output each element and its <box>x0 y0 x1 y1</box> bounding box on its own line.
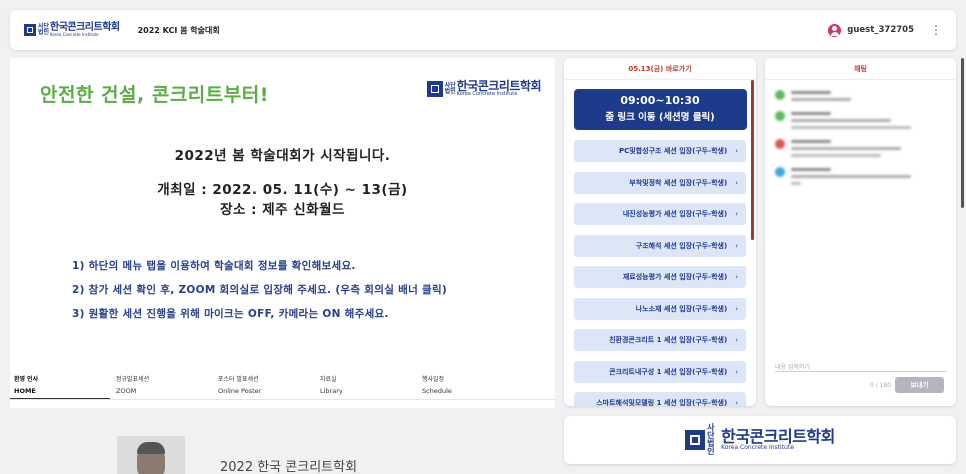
logo-english: Korea Concrete Institute <box>50 32 99 37</box>
chevron-right-icon: › <box>735 399 738 406</box>
zoom-link-button[interactable]: 09:00~10:30 줌 링크 이동 (세션명 클릭) <box>573 89 747 130</box>
tab-online-poster[interactable]: 포스터 발표세션 Online Poster <box>214 370 316 400</box>
chevron-right-icon: › <box>735 336 738 344</box>
session-list: PC및합성구조 세션 입장(구두-학생) › 부착및정착 세션 입장(구두-학생)… <box>564 140 756 406</box>
footer-logo-english: Korea Concrete Institute <box>721 444 794 451</box>
event-venue: 장소 : 제주 신화월드 <box>220 202 345 218</box>
footer-logo-korean: 한국콘크리트학회 <box>721 427 835 446</box>
tab-home[interactable]: 환영 인사 HOME <box>10 370 110 400</box>
chat-messages <box>765 90 956 185</box>
note-item: 1) 하단의 메뉴 탭을 이용하여 학술대회 정보를 확인해보세요. <box>72 260 356 272</box>
zoom-label: 줌 링크 이동 (세션명 클릭) <box>605 112 715 123</box>
tab-schedule[interactable]: 행사일정 Schedule <box>418 370 520 400</box>
footer-logo-banner[interactable]: 사단법인 한국콘크리트학회 Korea Concrete Institute <box>564 416 956 464</box>
event-date: 개최일 : 2022. 05. 11(수) ~ 13(금) <box>157 182 408 198</box>
user-avatar-icon <box>828 23 842 37</box>
chat-user-icon <box>775 139 785 149</box>
banner-logo-english: Korea Concrete Institute <box>456 91 518 97</box>
session-button[interactable]: 구조해석 세션 입장(구두-학생) › <box>574 234 746 257</box>
char-count: 0 / 180 <box>870 382 892 389</box>
session-button[interactable]: 내진성능평가 세션 입장(구두-학생) › <box>574 203 746 225</box>
session-button[interactable]: 부착및정착 세션 입장(구두-학생) › <box>574 171 746 194</box>
tab-divider <box>10 399 555 400</box>
note-item: 2) 참가 세션 확인 후, ZOOM 회의실로 입장해 주세요. (우측 회의… <box>72 284 448 296</box>
chevron-right-icon: › <box>735 210 738 218</box>
banner-notes: 1) 하단의 메뉴 탭을 이용하여 학술대회 정보를 확인해보세요. 2) 참가… <box>72 254 447 326</box>
chat-user-icon <box>775 111 785 121</box>
logo-small-text: 사단법인 <box>38 23 50 36</box>
chat-panel: 채팅 내용 입력하기 0 / 180 보내기 <box>765 58 956 406</box>
chat-message <box>775 139 956 157</box>
banner-logo-small-text: 사단법인 <box>444 81 456 95</box>
kebab-menu-icon[interactable]: ⋮ <box>930 24 942 36</box>
chat-user-icon <box>775 167 785 177</box>
chevron-right-icon: › <box>735 304 738 313</box>
shortcut-title: 05.13(금) 바로가기 <box>564 58 756 80</box>
chat-message <box>775 167 956 185</box>
banner-headline: 2022년 봄 학술대회가 시작됩니다. <box>174 148 391 164</box>
kci-logo[interactable]: 사단법인 한국콘크리트학회 Korea Concrete Institute <box>24 23 120 37</box>
zoom-time: 09:00~10:30 <box>620 94 700 107</box>
note-item: 3) 원활한 세션 진행을 위해 마이크는 OFF, 카메라는 ON 해주세요. <box>72 308 389 320</box>
chevron-right-icon: › <box>735 273 738 281</box>
send-button[interactable]: 보내기 <box>895 377 944 393</box>
session-button[interactable]: 나노소재 세션 입장(구두-학생) › <box>574 297 746 320</box>
session-button[interactable]: 친환경콘크리트 1 세션 입장(구두-학생) › <box>574 329 746 351</box>
event-title: 2022 KCI 봄 학술대회 <box>137 25 220 35</box>
chevron-right-icon: › <box>735 367 738 376</box>
banner-dates: 개최일 : 2022. 05. 11(수) ~ 13(금) 장소 : 제주 신화… <box>10 180 555 220</box>
greeting-title: 2022 한국 콘크리트학회 <box>220 460 358 474</box>
banner-logo: 사단법인 한국콘크리트학회 Korea Concrete Institute <box>426 80 542 97</box>
banner-slogan: 안전한 건설, 콘크리트부터! <box>40 84 269 106</box>
chevron-right-icon: › <box>735 241 738 250</box>
session-button[interactable]: PC및합성구조 세션 입장(구두-학생) › <box>574 140 746 162</box>
greeting-section: 2022 한국 콘크리트학회 <box>10 408 555 474</box>
welcome-banner: 안전한 건설, 콘크리트부터! 사단법인 한국콘크리트학회 Korea Conc… <box>10 58 555 364</box>
page-scrollbar[interactable] <box>961 58 964 208</box>
footer-logo-small-text: 사단법인 <box>707 423 715 456</box>
main-content: 안전한 건설, 콘크리트부터! 사단법인 한국콘크리트학회 Korea Conc… <box>10 58 555 474</box>
logo-mark-icon <box>24 24 36 36</box>
session-button[interactable]: 재료성능평가 세션 입장(구두-학생) › <box>574 266 746 288</box>
tab-zoom[interactable]: 정규발표세션 ZOOM <box>112 370 214 400</box>
tab-library[interactable]: 자료실 Library <box>316 370 418 400</box>
user-info[interactable]: guest_372705 ⋮ <box>828 23 942 37</box>
chat-user-icon <box>775 90 785 100</box>
chevron-right-icon: › <box>735 178 738 187</box>
chat-message <box>775 90 956 101</box>
chevron-right-icon: › <box>735 147 738 155</box>
shortcut-scrollbar[interactable] <box>751 80 754 240</box>
chat-title: 채팅 <box>765 58 956 80</box>
top-bar: 사단법인 한국콘크리트학회 Korea Concrete Institute 2… <box>10 10 956 50</box>
shortcut-panel: 05.13(금) 바로가기 09:00~10:30 줌 링크 이동 (세션명 클… <box>564 58 756 406</box>
session-button[interactable]: 콘크리트내구성 1 세션 입장(구두-학생) › <box>574 360 746 383</box>
chat-message <box>775 111 956 129</box>
president-photo <box>117 436 185 474</box>
chat-input[interactable]: 내용 입력하기 <box>775 358 946 372</box>
menu-tabs: 환영 인사 HOME 정규발표세션 ZOOM 포스터 발표세션 Online P… <box>10 370 555 400</box>
banner-logo-mark-icon <box>426 80 443 97</box>
footer-logo-mark-icon <box>685 430 706 450</box>
username: guest_372705 <box>847 25 914 35</box>
session-button[interactable]: 스마트해석및모델링 1 세션 입장(구두-학생) › <box>574 392 746 406</box>
